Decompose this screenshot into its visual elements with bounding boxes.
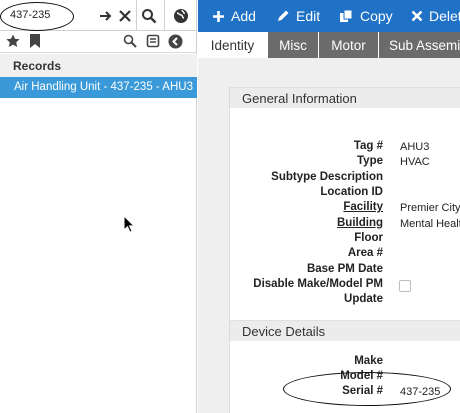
copy-button-label: Copy [360,8,393,24]
building-link[interactable]: Building [337,217,383,229]
action-toolbar: Add Edit Copy Delet [198,0,460,32]
mouse-cursor-icon [123,214,136,233]
tab-sub-assemblies[interactable]: Sub Assemi [379,32,460,58]
list-item[interactable]: Air Handling Unit - 437-235 - AHU3 [0,77,197,98]
pencil-icon [278,10,289,21]
tab-motor[interactable]: Motor [319,32,378,58]
field-label-area: Area # [347,247,383,259]
field-label-make: Make [354,355,383,367]
records-panel: Records Air Handling Unit - 437-235 - AH… [0,0,197,413]
field-value-type: HVAC [400,156,430,168]
globe-icon[interactable] [173,8,189,24]
delete-button-label: Delet [429,8,460,24]
delete-button[interactable]: Delet [411,0,460,32]
clipboard-icon[interactable] [146,34,160,48]
tab-misc[interactable]: Misc [268,32,318,58]
field-label-serial: Serial # [342,385,383,397]
field-label-type: Type [357,155,383,167]
search-bar [0,0,197,31]
detail-panel: General Information Tag # AHU3 Type HVAC… [198,58,460,413]
tab-identity[interactable]: Identity [198,32,267,58]
field-label-floor: Floor [354,232,383,244]
add-button[interactable]: Add [212,0,256,32]
facility-link[interactable]: Facility [343,201,383,213]
section-header-device: Device Details [230,320,460,341]
disable-pm-update-checkbox[interactable] [399,280,411,292]
field-label-location-id: Location ID [320,186,383,198]
copy-button[interactable]: Copy [339,0,393,32]
divider [164,0,165,31]
field-value-serial: 437-235 [400,386,441,398]
search-input[interactable] [2,4,97,26]
records-toolbar [0,31,197,53]
field-value-facility: Premier City [400,202,460,214]
copy-icon [340,9,353,22]
arrow-right-icon[interactable] [99,9,113,23]
field-label-model: Model # [340,370,383,382]
records-header: Records [0,54,197,77]
section-header-general: General Information [230,87,460,108]
field-value-tag: AHU3 [400,141,430,153]
close-icon [411,10,423,22]
field-label-base-pm-date: Base PM Date [306,263,383,275]
field-value-building: Mental Healt [400,218,460,230]
divider [136,0,137,31]
star-icon[interactable] [6,34,20,48]
back-arrow-icon[interactable] [168,34,183,49]
field-label-disable-pm: Disable Make/Model PM [253,278,383,290]
field-label-tag: Tag # [353,140,383,152]
plus-icon [213,10,224,22]
search-icon[interactable] [123,34,137,48]
tab-bar: Identity Misc Motor Sub Assemi [198,32,460,58]
search-icon[interactable] [141,8,157,24]
edit-button[interactable]: Edit [276,0,320,32]
bookmark-icon[interactable] [29,34,41,48]
close-icon[interactable] [118,9,132,23]
edit-button-label: Edit [296,8,321,24]
identity-form: General Information Tag # AHU3 Type HVAC… [229,87,460,413]
add-button-label: Add [231,8,256,24]
field-label-update: Update [344,293,383,305]
field-label-subtype: Subtype Description [271,171,383,183]
